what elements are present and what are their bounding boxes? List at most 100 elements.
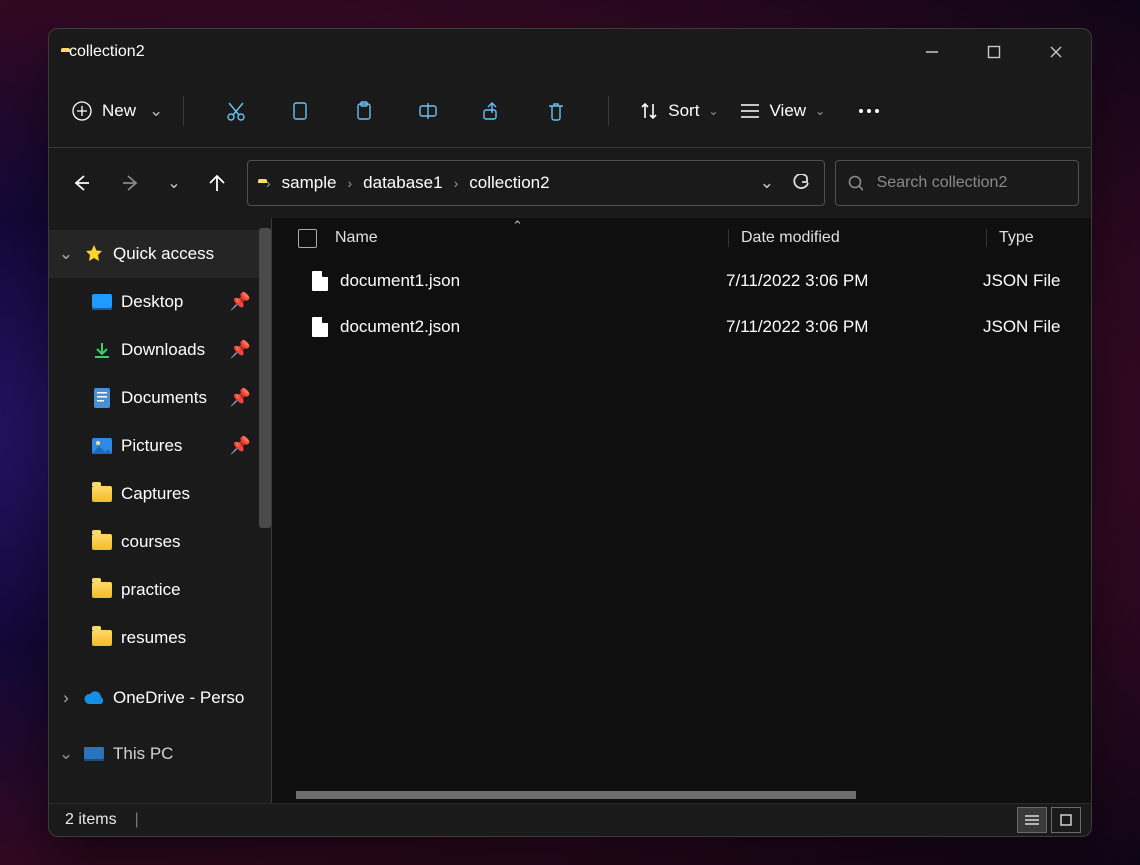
- picture-icon: [91, 435, 113, 457]
- ellipsis-icon: [858, 108, 880, 114]
- column-headers: ⌃ Name Date modified Type: [272, 218, 1091, 258]
- breadcrumb-item[interactable]: collection2: [466, 173, 552, 193]
- refresh-icon[interactable]: [792, 174, 810, 192]
- horizontal-scrollbar[interactable]: [272, 787, 1091, 803]
- chevron-down-icon: ⌄: [57, 744, 75, 764]
- search-icon: [848, 175, 863, 192]
- folder-icon: [91, 627, 113, 649]
- navigation-row: ⌄ › sample › database1 › collection2 ⌄: [49, 148, 1091, 218]
- toolbar: New ⌄ Sort ⌄ View ⌄: [49, 75, 1091, 148]
- close-button[interactable]: [1025, 29, 1087, 75]
- desktop-icon: [91, 291, 113, 313]
- document-icon: [91, 387, 113, 409]
- file-icon: [272, 317, 340, 337]
- search-input[interactable]: [875, 173, 1066, 193]
- sidebar-item-practice[interactable]: practice: [49, 566, 271, 614]
- sidebar-item-documents[interactable]: Documents 📌: [49, 374, 271, 422]
- scrollbar-thumb[interactable]: [259, 228, 271, 528]
- navigation-sidebar: ⌄ Quick access Desktop 📌 Downloads 📌 Doc…: [49, 218, 271, 803]
- new-label: New: [102, 101, 136, 121]
- pc-icon: [83, 743, 105, 765]
- cloud-icon: [83, 687, 105, 709]
- sidebar-item-courses[interactable]: courses: [49, 518, 271, 566]
- copy-button[interactable]: [276, 91, 324, 131]
- sidebar-item-desktop[interactable]: Desktop 📌: [49, 278, 271, 326]
- status-bar: 2 items |: [49, 803, 1091, 836]
- file-name: document1.json: [340, 271, 714, 291]
- column-type[interactable]: Type: [986, 229, 1091, 247]
- minimize-button[interactable]: [901, 29, 963, 75]
- view-button[interactable]: View ⌄: [739, 101, 826, 121]
- address-bar[interactable]: › sample › database1 › collection2 ⌄: [247, 160, 825, 206]
- sidebar-item-label: courses: [121, 532, 181, 552]
- column-name[interactable]: Name: [272, 229, 728, 248]
- details-view-button[interactable]: [1017, 807, 1047, 833]
- chevron-down-icon: ⌄: [815, 104, 825, 118]
- separator: [608, 96, 609, 126]
- file-row[interactable]: document2.json 7/11/2022 3:06 PM JSON Fi…: [272, 304, 1091, 350]
- up-button[interactable]: [197, 163, 237, 203]
- sidebar-item-pictures[interactable]: Pictures 📌: [49, 422, 271, 470]
- column-label: Date modified: [741, 229, 840, 246]
- back-button[interactable]: [61, 163, 101, 203]
- sidebar-item-label: Documents: [121, 388, 207, 408]
- chevron-right-icon: ›: [57, 688, 75, 708]
- folder-icon: [91, 531, 113, 553]
- file-name: document2.json: [340, 317, 714, 337]
- item-count: 2 items: [65, 811, 117, 829]
- chevron-right-icon: ›: [264, 175, 273, 191]
- arrow-left-icon: [71, 173, 91, 193]
- share-button[interactable]: [468, 91, 516, 131]
- sidebar-item-label: Desktop: [121, 292, 183, 312]
- sidebar-item-resumes[interactable]: resumes: [49, 614, 271, 662]
- sidebar-item-onedrive[interactable]: › OneDrive - Perso: [49, 674, 271, 722]
- list-icon: [739, 102, 761, 120]
- sidebar-item-this-pc[interactable]: ⌄ This PC: [49, 730, 271, 778]
- paste-button[interactable]: [340, 91, 388, 131]
- sidebar-item-downloads[interactable]: Downloads 📌: [49, 326, 271, 374]
- sidebar-item-label: Quick access: [113, 244, 214, 264]
- more-button[interactable]: [845, 91, 893, 131]
- rename-button[interactable]: [404, 91, 452, 131]
- file-date: 7/11/2022 3:06 PM: [714, 317, 971, 337]
- share-icon: [481, 100, 503, 122]
- file-type: JSON File: [971, 271, 1091, 291]
- scissors-icon: [225, 100, 247, 122]
- delete-button[interactable]: [532, 91, 580, 131]
- search-box[interactable]: [835, 160, 1079, 206]
- breadcrumb-item[interactable]: sample: [279, 173, 340, 193]
- trash-icon: [545, 100, 567, 122]
- arrow-up-icon: [207, 173, 227, 193]
- chevron-right-icon: ›: [452, 175, 461, 191]
- column-date[interactable]: Date modified: [728, 229, 986, 247]
- forward-button[interactable]: [111, 163, 151, 203]
- sidebar-item-quick-access[interactable]: ⌄ Quick access: [49, 230, 271, 278]
- new-button[interactable]: New ⌄: [71, 100, 163, 122]
- chevron-down-icon[interactable]: ⌄: [760, 173, 774, 193]
- scrollbar-thumb[interactable]: [296, 791, 856, 799]
- arrow-right-icon: [121, 173, 141, 193]
- sort-button[interactable]: Sort ⌄: [639, 101, 718, 121]
- body: ⌄ Quick access Desktop 📌 Downloads 📌 Doc…: [49, 218, 1091, 803]
- chevron-down-icon: ⌄: [708, 104, 718, 118]
- file-icon: [272, 271, 340, 291]
- maximize-button[interactable]: [963, 29, 1025, 75]
- star-icon: [83, 243, 105, 265]
- folder-icon: [91, 579, 113, 601]
- cut-button[interactable]: [212, 91, 260, 131]
- column-label: Name: [335, 229, 378, 247]
- file-explorer-window: collection2 New ⌄ Sort ⌄ View ⌄: [48, 28, 1092, 837]
- separator: [183, 96, 184, 126]
- column-label: Type: [999, 229, 1034, 246]
- sidebar-item-label: This PC: [113, 744, 173, 764]
- sort-caret-icon: ⌃: [512, 218, 523, 234]
- recent-button[interactable]: ⌄: [161, 163, 187, 203]
- sidebar-item-captures[interactable]: Captures: [49, 470, 271, 518]
- sort-label: Sort: [668, 101, 699, 121]
- select-all-checkbox[interactable]: [298, 229, 317, 248]
- file-row[interactable]: document1.json 7/11/2022 3:06 PM JSON Fi…: [272, 258, 1091, 304]
- thumbnail-view-button[interactable]: [1051, 807, 1081, 833]
- sidebar-item-label: resumes: [121, 628, 186, 648]
- breadcrumb-item[interactable]: database1: [360, 173, 445, 193]
- pin-icon: 📌: [230, 292, 251, 312]
